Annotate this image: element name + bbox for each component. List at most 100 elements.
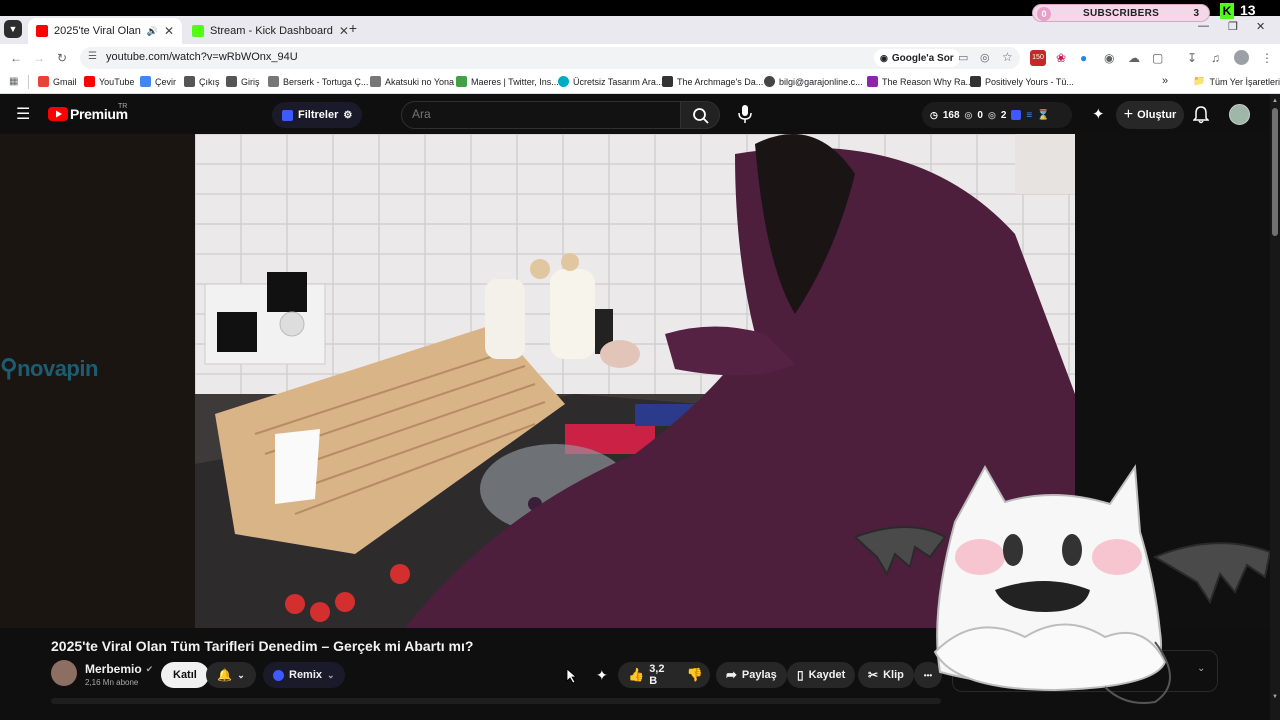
bookmark-reason[interactable]: The Reason Why Ra...	[867, 76, 973, 87]
extension-icon[interactable]: ●	[1080, 51, 1087, 65]
subscribed-bell-button[interactable]: 🔔 ⌄	[206, 662, 256, 688]
media-control-icon[interactable]: ♫	[1211, 51, 1220, 65]
list-icon: ≡	[1026, 109, 1033, 121]
audio-icon[interactable]: 🔊	[147, 26, 158, 37]
bookmark-gmail[interactable]: Gmail	[38, 76, 77, 87]
bookmark-bilgi[interactable]: bilgi@garajonline.c...	[764, 76, 863, 87]
eye-off-icon[interactable]: ◎	[980, 51, 990, 64]
bookmark-cevir[interactable]: Çevir	[140, 76, 176, 87]
bookmark-cikis[interactable]: Çıkış	[184, 76, 220, 87]
channel-name-row[interactable]: Merbemio ✔	[85, 662, 153, 676]
bookmark-youtube[interactable]: YouTube	[84, 76, 134, 87]
extensions-puzzle-icon[interactable]: ▢	[1152, 51, 1163, 65]
ask-ai-icon[interactable]: ✦	[596, 667, 608, 684]
description-edge	[51, 698, 941, 704]
page-icon	[867, 76, 878, 87]
extension-stats[interactable]: ◷ 168 ◎ 0 ◎ 2 ≡ ⌛	[922, 102, 1072, 128]
like-icon[interactable]: 👍	[628, 667, 644, 683]
youtube-icon	[84, 76, 95, 87]
extension-icon[interactable]: ❀	[1056, 51, 1066, 65]
voice-search-button[interactable]	[730, 99, 760, 129]
extension-icon[interactable]: ☁	[1128, 51, 1140, 65]
page-icon	[226, 76, 237, 87]
page-icon	[370, 76, 381, 87]
remix-button[interactable]: Remix ⌄	[263, 662, 345, 688]
divider	[28, 75, 29, 89]
scroll-up-icon[interactable]: ▲	[1272, 98, 1278, 104]
youtube-header: ☰ Premium TR Filtreler ⚙ ◷168 ◎0 ◎2 ≡ ⌛ …	[0, 94, 1280, 134]
url-field[interactable]: ☰ youtube.com/watch?v=wRbWOnx_94U ◉ Goog…	[80, 47, 1020, 69]
extension-badge-icon[interactable]: 150	[1030, 50, 1046, 66]
bookmark-berserk[interactable]: Berserk - Tortuga Ç...	[268, 76, 368, 87]
bookmark-label: Berserk - Tortuga Ç...	[283, 76, 369, 87]
search-box[interactable]	[401, 101, 681, 129]
apps-grid-icon[interactable]: ▦	[9, 76, 18, 87]
logo-region: TR	[118, 103, 128, 110]
bookmark-archmage[interactable]: The Archmage's Da...	[662, 76, 763, 87]
hamburger-menu-icon[interactable]: ☰	[16, 104, 30, 124]
tab-title: Stream - Kick Dashboard	[210, 25, 333, 37]
scroll-down-icon[interactable]: ▼	[1272, 694, 1278, 700]
create-button[interactable]: + Oluştur	[1116, 101, 1184, 129]
stat-value: 168	[942, 109, 960, 121]
download-icon[interactable]: ↧	[1187, 51, 1197, 65]
close-window-icon[interactable]: ✕	[1256, 20, 1265, 33]
tab-kick[interactable]: Stream - Kick Dashboard ✕	[184, 18, 349, 44]
stat-value: 2	[1000, 109, 1007, 121]
bell-icon: 🔔	[217, 668, 233, 682]
account-avatar[interactable]	[1229, 104, 1250, 125]
filters-button[interactable]: Filtreler ⚙	[272, 102, 363, 128]
extension-logo-icon	[273, 669, 284, 681]
subscriber-count: 2,16 Mn abone	[85, 678, 139, 687]
share-button[interactable]: ➦ Paylaş	[716, 662, 787, 688]
join-button[interactable]: Katıl	[161, 662, 209, 688]
bookmark-label: The Archmage's Da...	[677, 76, 764, 87]
channel-avatar[interactable]	[51, 660, 77, 686]
subscribers-widget: 0 SUBSCRIBERS 3	[1032, 4, 1210, 22]
ghost-mascot-overlay	[855, 464, 1270, 704]
bookmark-label: YouTube	[99, 76, 135, 87]
extension-icon[interactable]: ◉	[1104, 51, 1114, 65]
new-tab-button[interactable]: +	[345, 20, 361, 38]
tab-list-button[interactable]: ▼	[4, 20, 22, 38]
bookmark-giris[interactable]: Giriş	[226, 76, 260, 87]
close-tab-icon[interactable]: ✕	[164, 24, 174, 38]
bookmark-star-icon[interactable]: ☆	[1002, 50, 1013, 64]
bookmark-label: Positively Yours - Tü...	[985, 76, 1074, 87]
install-app-icon[interactable]: ▭	[958, 51, 968, 64]
scrollbar-thumb[interactable]	[1272, 108, 1278, 236]
dislike-icon[interactable]: 👎	[686, 667, 702, 683]
menu-dots-icon[interactable]: ⋮	[1261, 51, 1273, 65]
ask-google-button[interactable]: ◉ Google'a Sor	[874, 49, 960, 67]
bookmark-tasarim[interactable]: Ücretsiz Tasarım Ara...	[558, 76, 663, 87]
site-info-icon[interactable]: ☰	[88, 51, 97, 62]
plus-icon: +	[1123, 106, 1134, 123]
bookmark-maeres[interactable]: Maeres | Twitter, Ins...	[456, 76, 559, 87]
hourglass-icon: ⌛	[1037, 109, 1050, 121]
bookmark-akatsuki[interactable]: Akatsuki no Yona	[370, 76, 454, 87]
restore-icon[interactable]: ❐	[1228, 20, 1238, 33]
profile-avatar[interactable]	[1234, 50, 1249, 65]
stat-value: 0	[977, 109, 983, 121]
watermark-text: novapin	[17, 356, 98, 381]
bookmark-positively[interactable]: Positively Yours - Tü...	[970, 76, 1074, 87]
channel-name[interactable]: Merbemio	[85, 662, 142, 676]
tab-youtube[interactable]: 2025'te Viral Olan Tüm Tarifl 🔊 ✕	[28, 18, 182, 44]
page-icon	[268, 76, 279, 87]
location-pin-icon: ⚲	[0, 355, 18, 382]
gemini-spark-icon[interactable]: ✦	[1092, 105, 1105, 123]
page-scrollbar[interactable]: ▲ ▼	[1270, 94, 1280, 720]
notifications-bell-icon[interactable]	[1193, 106, 1209, 124]
all-bookmarks[interactable]: 📁 Tüm Yer İşaretleri	[1193, 76, 1280, 87]
search-input[interactable]	[412, 107, 672, 121]
back-icon[interactable]: ←	[10, 51, 22, 65]
search-button[interactable]	[680, 101, 720, 129]
reload-icon[interactable]: ↻	[57, 51, 67, 65]
forward-icon[interactable]: →	[33, 51, 45, 65]
extension-logo-icon	[1011, 110, 1022, 120]
share-arrow-icon: ➦	[726, 667, 737, 682]
google-lens-icon: ◉	[880, 52, 888, 63]
save-button[interactable]: ▯ Kaydet	[787, 662, 856, 688]
bookmarks-overflow-icon[interactable]: »	[1162, 75, 1168, 87]
kick-count: 13	[1240, 2, 1256, 18]
